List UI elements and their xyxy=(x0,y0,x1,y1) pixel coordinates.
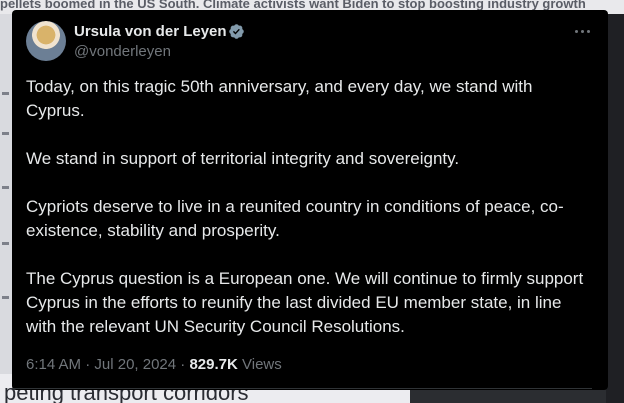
background-mark xyxy=(2,92,9,95)
background-mark xyxy=(2,186,9,189)
tweet-time[interactable]: 6:14 AM xyxy=(26,356,81,373)
views-label: Views xyxy=(242,356,282,373)
verified-badge-icon xyxy=(229,24,244,39)
background-left-edge xyxy=(0,14,12,374)
tweet-paragraph: Today, on this tragic 50th anniversary, … xyxy=(26,77,533,120)
meta-separator: · xyxy=(180,356,186,373)
background-mark xyxy=(2,296,9,299)
views-count: 829.7K xyxy=(189,356,238,373)
author-name[interactable]: Ursula von der Leyen xyxy=(74,23,227,40)
avatar[interactable] xyxy=(26,21,66,61)
tweet-date[interactable]: Jul 20, 2024 xyxy=(94,356,176,373)
author-handle[interactable]: @vonderleyen xyxy=(74,43,171,60)
tweet-paragraph: Cypriots deserve to live in a reunited c… xyxy=(26,197,564,240)
background-right-edge xyxy=(606,14,624,403)
more-options-icon[interactable] xyxy=(570,21,594,41)
divider xyxy=(12,388,592,389)
tweet-paragraph: We stand in support of territorial integ… xyxy=(26,149,460,168)
tweet-card: Ursula von der Leyen @vonderleyen Today,… xyxy=(12,10,608,390)
meta-separator: · xyxy=(85,356,91,373)
tweet-paragraph: The Cyprus question is a European one. W… xyxy=(26,269,584,336)
tweet-metadata: 6:14 AM · Jul 20, 2024 · 829.7K Views xyxy=(26,356,282,373)
tweet-text: Today, on this tragic 50th anniversary, … xyxy=(26,75,594,339)
background-mark xyxy=(2,242,9,245)
background-mark xyxy=(2,132,9,135)
